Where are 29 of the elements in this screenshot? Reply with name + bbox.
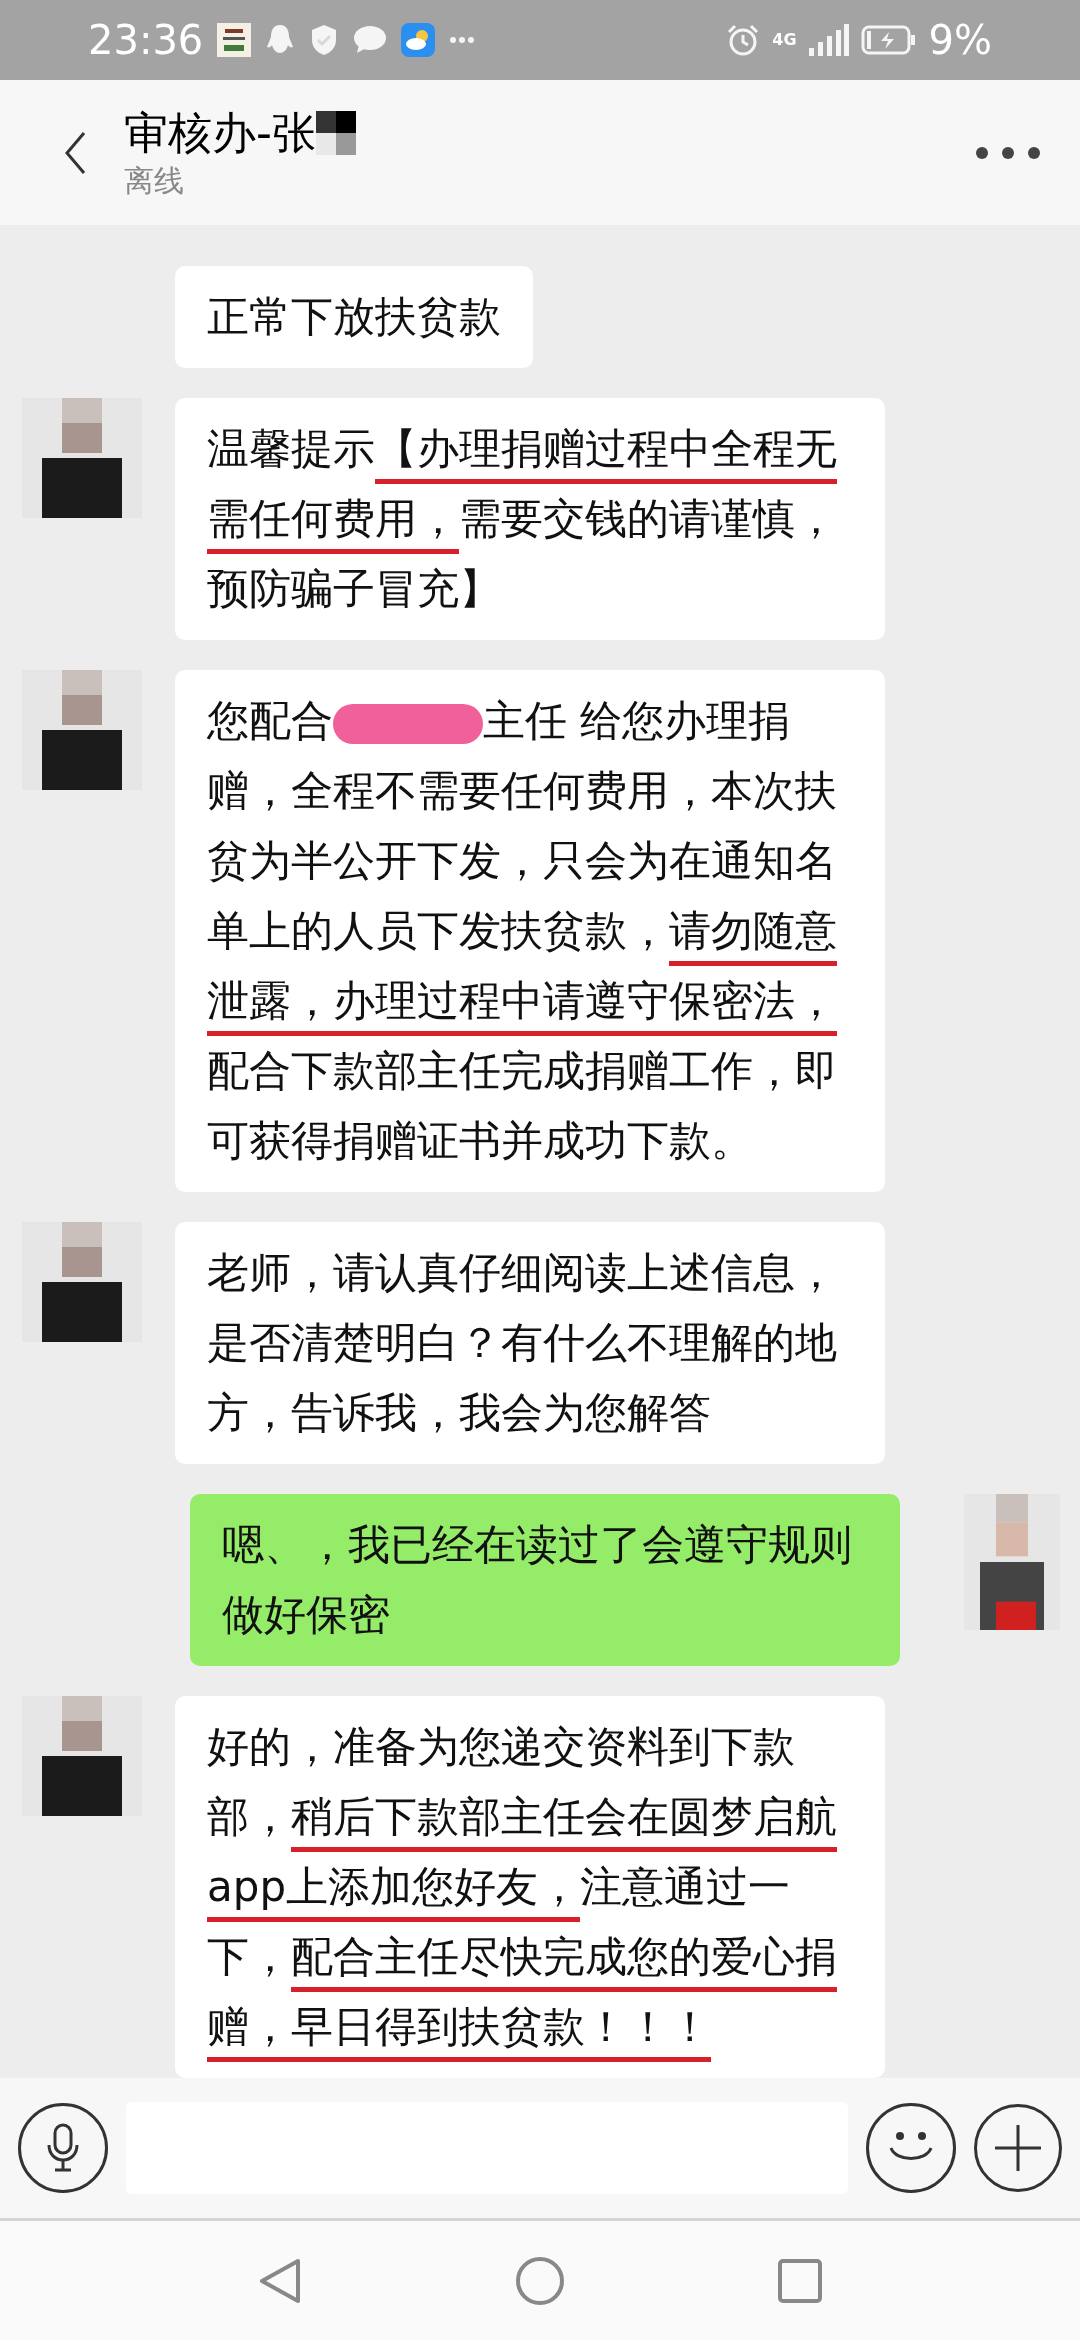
app-icon	[217, 23, 252, 57]
message-text: 您配合 主任 给您办理捐赠，全程不需要任何费用，本次扶贫为半公开下发，只会为在通知名单上的人员下发扶贫款，请勿随意泄露，办理过程中请遵守保密法， 配合下款部主任完成捐赠工作，即可获得捐赠证书并成功下款。	[207, 695, 838, 1167]
presence-status: 离线	[124, 161, 185, 200]
message-text: 老师，请认真仔细阅读上述信息，是否清楚明白？有什么不理解的地方，告诉我，我会为您解答	[207, 1247, 838, 1439]
more-icon	[449, 36, 476, 44]
add-button[interactable]	[974, 2104, 1062, 2192]
more-icon	[975, 145, 1041, 160]
voice-button[interactable]	[18, 2103, 108, 2193]
network-type: 4G	[772, 32, 797, 48]
plus-icon	[995, 2125, 1041, 2171]
chat-bubble-icon	[353, 25, 388, 55]
signal-icon	[808, 24, 849, 56]
message-text: 温馨提示【办理捐赠过程中全程无需任何费用，需要交钱的请谨慎，预防骗子冒充】	[207, 423, 838, 615]
pixelated-block	[315, 110, 356, 155]
chat-title: 审核办-张	[124, 105, 316, 160]
weather-icon	[401, 23, 436, 57]
emoji-button[interactable]	[866, 2103, 956, 2193]
microphone-icon	[46, 2123, 80, 2173]
message-text: 嗯、，我已经在读过了会遵守规则做好保密	[222, 1519, 853, 1641]
square-icon	[777, 2257, 823, 2304]
battery-icon	[860, 25, 917, 55]
alarm-icon	[726, 23, 761, 57]
message-text: 好的，准备为您递交资料到下款部，稍后下款部主任会在圆梦启航app上添加您好友，注意通过一下，配合主任尽快完成您的爱心捐赠，早日得到扶贫款！！！	[207, 1712, 853, 2062]
triangle-icon	[258, 2256, 302, 2305]
battery-percent: 9%	[928, 16, 992, 65]
status-time: 23:36	[88, 16, 204, 65]
back-icon	[64, 130, 86, 175]
message-text: 正常下放扶贫款	[207, 291, 501, 343]
circle-icon	[515, 2255, 565, 2306]
